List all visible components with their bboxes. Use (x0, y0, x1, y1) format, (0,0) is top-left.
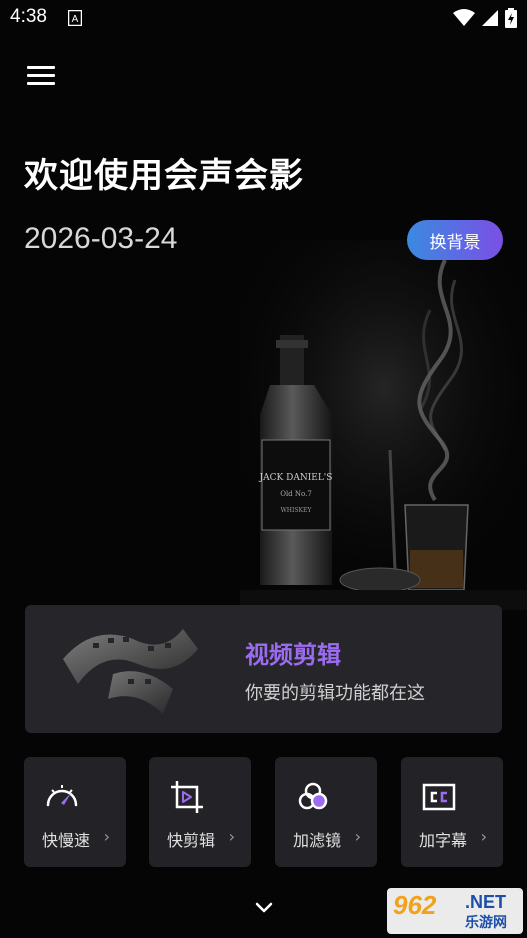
feature-title: 视频剪辑 (245, 641, 341, 669)
tool-filter[interactable]: 加滤镜 › (275, 757, 377, 867)
chevron-down-icon[interactable] (250, 896, 278, 920)
background-image: JACK DANIEL'S Old No.7 WHISKEY (240, 240, 527, 610)
change-background-button[interactable]: 换背景 (407, 220, 503, 260)
watermark-net: .NET (465, 892, 507, 912)
speedometer-icon (46, 785, 78, 807)
tool-label: 快剪辑 (167, 831, 216, 850)
filter-circles-icon (298, 782, 328, 810)
signal-icon (482, 10, 498, 26)
crop-play-icon (171, 781, 203, 813)
cc-subtitle-icon (422, 783, 456, 811)
page-title: 欢迎使用会声会影 (24, 156, 304, 196)
chevron-right-icon: › (228, 827, 235, 846)
status-icons (453, 8, 517, 28)
chevron-right-icon: › (354, 827, 361, 846)
svg-text:Old No.7: Old No.7 (280, 490, 312, 498)
tool-subtitle[interactable]: 加字幕 › (401, 757, 503, 867)
tool-quick-edit[interactable]: 快剪辑 › (149, 757, 251, 867)
svg-text:WHISKEY: WHISKEY (281, 507, 313, 514)
tool-label: 加字幕 (419, 831, 468, 850)
tool-label: 加滤镜 (293, 831, 342, 850)
menu-icon[interactable] (27, 66, 55, 88)
svg-text:JACK DANIEL'S: JACK DANIEL'S (259, 473, 333, 483)
date-label: 2026-03-24 (24, 222, 178, 255)
notification-icon: A (68, 10, 82, 26)
feature-subtitle: 你要的剪辑功能都在这 (245, 683, 425, 704)
chevron-right-icon: › (103, 827, 110, 846)
video-edit-card[interactable]: 视频剪辑 你要的剪辑功能都在这 (25, 605, 502, 733)
app-screen: JACK DANIEL'S Old No.7 WHISKEY 4:38 A 欢迎… (0, 0, 527, 938)
watermark-sub: 乐游网 (465, 915, 507, 931)
battery-icon (505, 8, 517, 28)
status-time: 4:38 (10, 6, 47, 27)
chevron-right-icon: › (480, 827, 487, 846)
svg-text:A: A (72, 14, 79, 25)
tool-speed[interactable]: 快慢速 › (24, 757, 126, 867)
status-bar: 4:38 A (0, 0, 527, 36)
film-reel-icon (63, 629, 198, 714)
watermark-logo: 962 .NET 乐游网 (387, 888, 523, 934)
tool-label: 快慢速 (42, 831, 91, 850)
wifi-icon (453, 9, 475, 26)
watermark-main: 962 (393, 890, 437, 920)
